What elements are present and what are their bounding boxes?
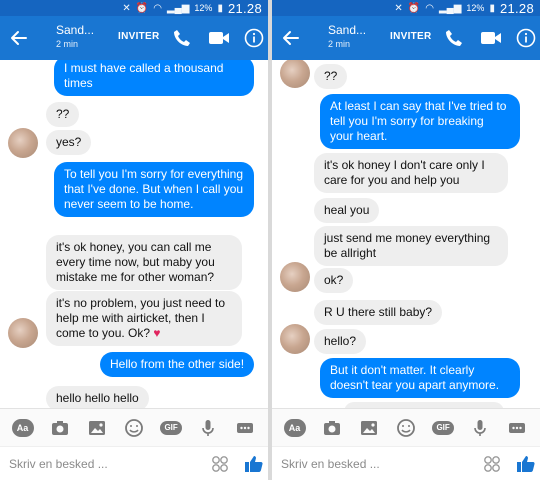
message-bubble-incoming: it's no problem, you just need to help m…: [46, 291, 242, 346]
message-bubble-incoming: ok?: [314, 268, 354, 293]
mute-icon: ✕: [394, 2, 403, 14]
battery-icon: ▮: [489, 2, 495, 14]
contact-name: Sand...: [328, 23, 367, 37]
phone-icon[interactable]: [444, 28, 464, 48]
message-input-placeholder: Skriv en besked ...: [281, 457, 380, 471]
contact-name: Sand...: [56, 23, 95, 37]
message-bubble-incoming: it's ok honey, you can call me every tim…: [46, 235, 242, 290]
image-icon[interactable]: [86, 417, 108, 439]
message-bubble-incoming: it's ok honey I don't care only I care f…: [314, 153, 508, 193]
message-bubble-outgoing: Hello from the other side!: [100, 352, 255, 377]
text-format-icon[interactable]: Aa: [283, 418, 306, 437]
emoji-icon[interactable]: [395, 417, 417, 439]
back-button[interactable]: [278, 25, 304, 51]
message-bubble-incoming: just send me money everything be allrigh…: [314, 226, 508, 266]
thumbs-up-icon[interactable]: [244, 454, 264, 474]
alarm-icon: ⏰: [407, 2, 421, 14]
microphone-icon[interactable]: [469, 417, 491, 439]
text-format-icon[interactable]: Aa: [11, 418, 34, 437]
back-button[interactable]: [6, 25, 32, 51]
signal-icon: ▂▄▆: [438, 2, 462, 14]
camera-icon[interactable]: [321, 417, 343, 439]
contact-avatar: [8, 128, 38, 158]
contact-avatar: [280, 60, 310, 88]
contact-info[interactable]: Sand... 2 min: [328, 23, 366, 51]
conversation-header: Sand... 2 min INVITER: [0, 16, 268, 60]
signal-icon: ▂▄▆: [166, 2, 190, 14]
contact-avatar: [280, 262, 310, 292]
alarm-icon: ⏰: [135, 2, 149, 14]
thumbs-up-icon[interactable]: [516, 454, 536, 474]
status-bar: ✕ ⏰ ◠ ▂▄▆ 12% ▮ 21.28: [0, 0, 268, 16]
info-icon[interactable]: [244, 28, 264, 48]
battery-icon: ▮: [217, 2, 223, 14]
message-bubble-incoming: R U there still baby?: [314, 300, 443, 325]
battery-level: 12%: [194, 3, 213, 13]
mute-icon: ✕: [122, 2, 131, 14]
invite-button[interactable]: INVITER: [118, 31, 160, 42]
composer-toolbar: Aa GIF: [0, 408, 268, 446]
gif-icon[interactable]: GIF: [160, 420, 183, 435]
message-bubble-outgoing: But it don't matter. It clearly doesn't …: [320, 358, 520, 398]
message-bubble-incoming: ??: [46, 102, 80, 127]
microphone-icon[interactable]: [197, 417, 219, 439]
contact-avatar: [8, 318, 38, 348]
message-bubble-incoming: yes?: [46, 130, 92, 155]
right-screenshot: ✕ ⏰ ◠ ▂▄▆ 12% ▮ 21.28 Sand... 2 min INVI…: [272, 0, 540, 480]
image-icon[interactable]: [358, 417, 380, 439]
invite-button[interactable]: INVITER: [390, 31, 432, 42]
clock: 21.28: [499, 0, 534, 16]
last-active: 2 min: [328, 39, 351, 49]
status-bar: ✕ ⏰ ◠ ▂▄▆ 12% ▮ 21.28: [272, 0, 540, 16]
message-thread[interactable]: I must have called a thousand times ?? y…: [0, 60, 268, 408]
sticker-grid-icon[interactable]: [483, 455, 501, 473]
message-bubble-incoming: hello?: [314, 329, 367, 354]
message-input-placeholder: Skriv en besked ...: [9, 457, 108, 471]
contact-avatar: [280, 324, 310, 354]
message-bubble-outgoing: I must have called a thousand times: [54, 60, 254, 96]
back-arrow-icon: [283, 31, 299, 45]
gif-icon[interactable]: GIF: [432, 420, 455, 435]
wifi-icon: ◠: [425, 2, 434, 14]
contact-info[interactable]: Sand... 2 min: [56, 23, 94, 51]
camera-icon[interactable]: [49, 417, 71, 439]
back-arrow-icon: [11, 31, 27, 45]
phone-icon[interactable]: [172, 28, 192, 48]
message-bubble-outgoing: At least I can say that I've tried to te…: [320, 94, 520, 149]
left-screenshot: ✕ ⏰ ◠ ▂▄▆ 12% ▮ 21.28 Sand... 2 min INVI…: [0, 0, 268, 480]
more-icon[interactable]: [506, 417, 528, 439]
conversation-header: Sand... 2 min INVITER: [272, 16, 540, 60]
message-thread[interactable]: ?? At least I can say that I've tried to…: [272, 60, 540, 408]
message-bubble-outgoing: To tell you I'm sorry for everything tha…: [54, 162, 254, 217]
wifi-icon: ◠: [153, 2, 162, 14]
video-camera-icon[interactable]: [480, 29, 502, 47]
clock: 21.28: [227, 0, 262, 16]
video-camera-icon[interactable]: [208, 29, 230, 47]
message-bubble-incoming: heal you: [314, 198, 380, 223]
sticker-grid-icon[interactable]: [211, 455, 229, 473]
message-bubble-incoming: hello hello hello: [46, 386, 149, 408]
message-input[interactable]: Skriv en besked ...: [0, 446, 268, 480]
info-icon[interactable]: [516, 28, 536, 48]
last-active: 2 min: [56, 39, 79, 49]
battery-level: 12%: [466, 3, 485, 13]
message-input[interactable]: Skriv en besked ...: [272, 446, 540, 480]
message-bubble-incoming: ??: [314, 64, 348, 89]
emoji-icon[interactable]: [123, 417, 145, 439]
more-icon[interactable]: [234, 417, 256, 439]
message-text: it's no problem, you just need to help m…: [56, 296, 226, 340]
heart-emoji: ♥: [153, 326, 161, 340]
composer-toolbar: Aa GIF: [272, 408, 540, 446]
